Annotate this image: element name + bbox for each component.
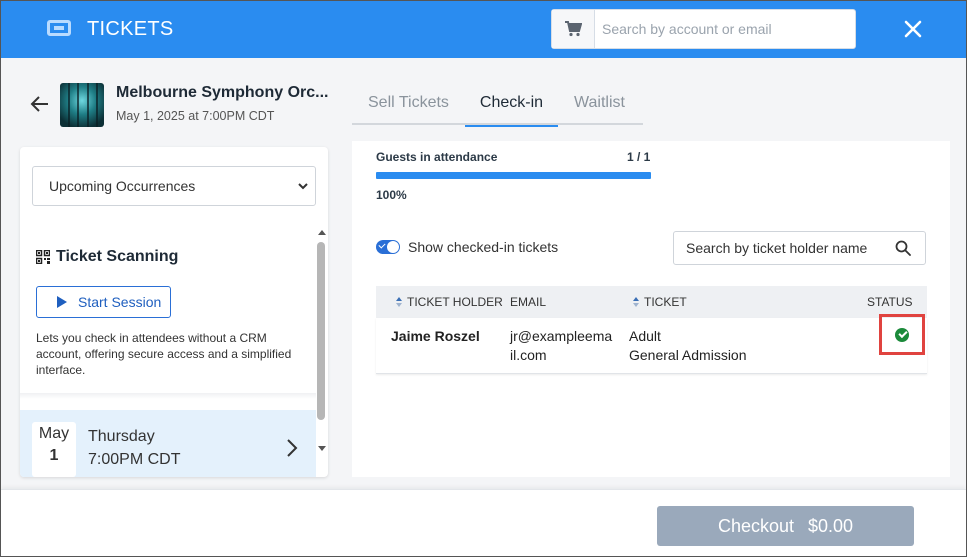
play-icon bbox=[57, 296, 67, 308]
show-checked-in-toggle[interactable] bbox=[376, 240, 400, 254]
tab-waitlist[interactable]: Waitlist bbox=[574, 85, 625, 125]
ticket-category: Adult bbox=[629, 328, 661, 344]
checkout-label: Checkout bbox=[717, 515, 794, 536]
tab-check-in[interactable]: Check-in bbox=[465, 85, 558, 127]
modal-footer: Checkout $0.00 bbox=[1, 489, 966, 556]
tickets-modal: TICKETS Melbourne Symphony Orc. bbox=[0, 0, 967, 557]
close-icon[interactable] bbox=[899, 15, 927, 43]
occurrence-month: May bbox=[38, 425, 70, 442]
check-icon bbox=[378, 241, 386, 249]
ticket-scanning-title: Ticket Scanning bbox=[56, 248, 179, 265]
event-name: Melbourne Symphony Orc... bbox=[116, 84, 329, 101]
occurrence-weekday: Thursday bbox=[88, 428, 155, 445]
column-status: STATUS bbox=[867, 295, 913, 309]
sort-icon bbox=[633, 296, 640, 307]
scroll-thumb[interactable] bbox=[317, 242, 325, 420]
occurrence-item[interactable]: May 1 Thursday 7:00PM CDT bbox=[20, 410, 316, 477]
column-ticket[interactable]: TICKET bbox=[633, 295, 687, 309]
toggle-knob bbox=[387, 241, 399, 253]
attendance-percent: 100% bbox=[376, 188, 407, 202]
start-session-button[interactable]: Start Session bbox=[36, 286, 171, 318]
checkout-button[interactable]: Checkout $0.00 bbox=[657, 506, 914, 546]
status-highlight bbox=[879, 314, 925, 355]
event-thumbnail bbox=[60, 83, 104, 127]
ticket-icon bbox=[47, 20, 71, 36]
email-line: il.com bbox=[510, 347, 547, 363]
occurrences-panel: Upcoming Occurrences Ticket Scanning Sta… bbox=[20, 147, 328, 477]
qr-scan-icon bbox=[36, 250, 50, 264]
email-line: jr@exampleema bbox=[510, 328, 613, 344]
section-divider bbox=[20, 393, 316, 399]
modal-header: TICKETS bbox=[1, 1, 966, 58]
show-checked-in-label: Show checked-in tickets bbox=[408, 239, 559, 255]
ticket-holder-email: jr@exampleema il.com bbox=[510, 327, 612, 365]
modal-title: TICKETS bbox=[87, 18, 174, 40]
tab-sell-tickets[interactable]: Sell Tickets bbox=[368, 85, 449, 125]
tab-bar: Sell Tickets Check-in Waitlist bbox=[352, 85, 643, 127]
date-chip: May 1 bbox=[32, 422, 76, 477]
occurrence-time: 7:00PM CDT bbox=[88, 451, 181, 468]
chevron-right-icon bbox=[287, 439, 298, 457]
check-in-panel: Guests in attendance 1 / 1 100% Show che… bbox=[352, 141, 950, 477]
attendance-progress-fill bbox=[376, 172, 651, 179]
search-icon[interactable] bbox=[895, 240, 911, 256]
account-search-input[interactable] bbox=[602, 10, 852, 48]
check-in-table: TICKET HOLDER EMAIL TICKET STATUS Jaime … bbox=[376, 286, 927, 374]
occurrence-select-value: Upcoming Occurrences bbox=[49, 178, 196, 194]
ticket-type: Adult General Admission bbox=[629, 327, 747, 365]
start-session-label: Start Session bbox=[78, 294, 162, 310]
column-ticket-label: TICKET bbox=[644, 295, 687, 309]
account-search bbox=[551, 9, 856, 49]
attendance-progress-bar bbox=[376, 172, 651, 179]
table-row[interactable]: Jaime Roszel jr@exampleema il.com Adult … bbox=[376, 314, 927, 374]
table-header: TICKET HOLDER EMAIL TICKET STATUS bbox=[376, 286, 927, 318]
column-ticket-holder-label: TICKET HOLDER bbox=[407, 295, 503, 309]
sidebar-scrollbar[interactable] bbox=[316, 230, 328, 455]
attendance-count: 1 / 1 bbox=[627, 150, 651, 164]
ticket-holder-name: Jaime Roszel bbox=[391, 328, 480, 344]
cart-icon[interactable] bbox=[552, 10, 595, 48]
occurrence-select[interactable]: Upcoming Occurrences bbox=[32, 166, 316, 206]
occurrence-day: 1 bbox=[49, 447, 59, 464]
ticket-scanning-description: Lets you check in attendees without a CR… bbox=[36, 331, 292, 377]
column-email: EMAIL bbox=[510, 295, 547, 309]
scroll-down-icon[interactable] bbox=[318, 446, 326, 451]
sort-icon bbox=[396, 296, 403, 307]
holder-search bbox=[673, 231, 926, 265]
column-ticket-holder[interactable]: TICKET HOLDER bbox=[396, 295, 503, 309]
back-arrow-icon[interactable] bbox=[29, 93, 51, 115]
checkout-amount: $0.00 bbox=[808, 515, 854, 536]
checked-in-icon[interactable] bbox=[895, 327, 909, 342]
event-date: May 1, 2025 at 7:00PM CDT bbox=[116, 109, 275, 123]
scroll-up-icon[interactable] bbox=[318, 230, 326, 235]
attendance-label: Guests in attendance bbox=[376, 150, 498, 164]
chevron-down-icon bbox=[298, 183, 308, 190]
ticket-admission: General Admission bbox=[629, 347, 747, 363]
holder-search-input[interactable] bbox=[686, 232, 886, 264]
